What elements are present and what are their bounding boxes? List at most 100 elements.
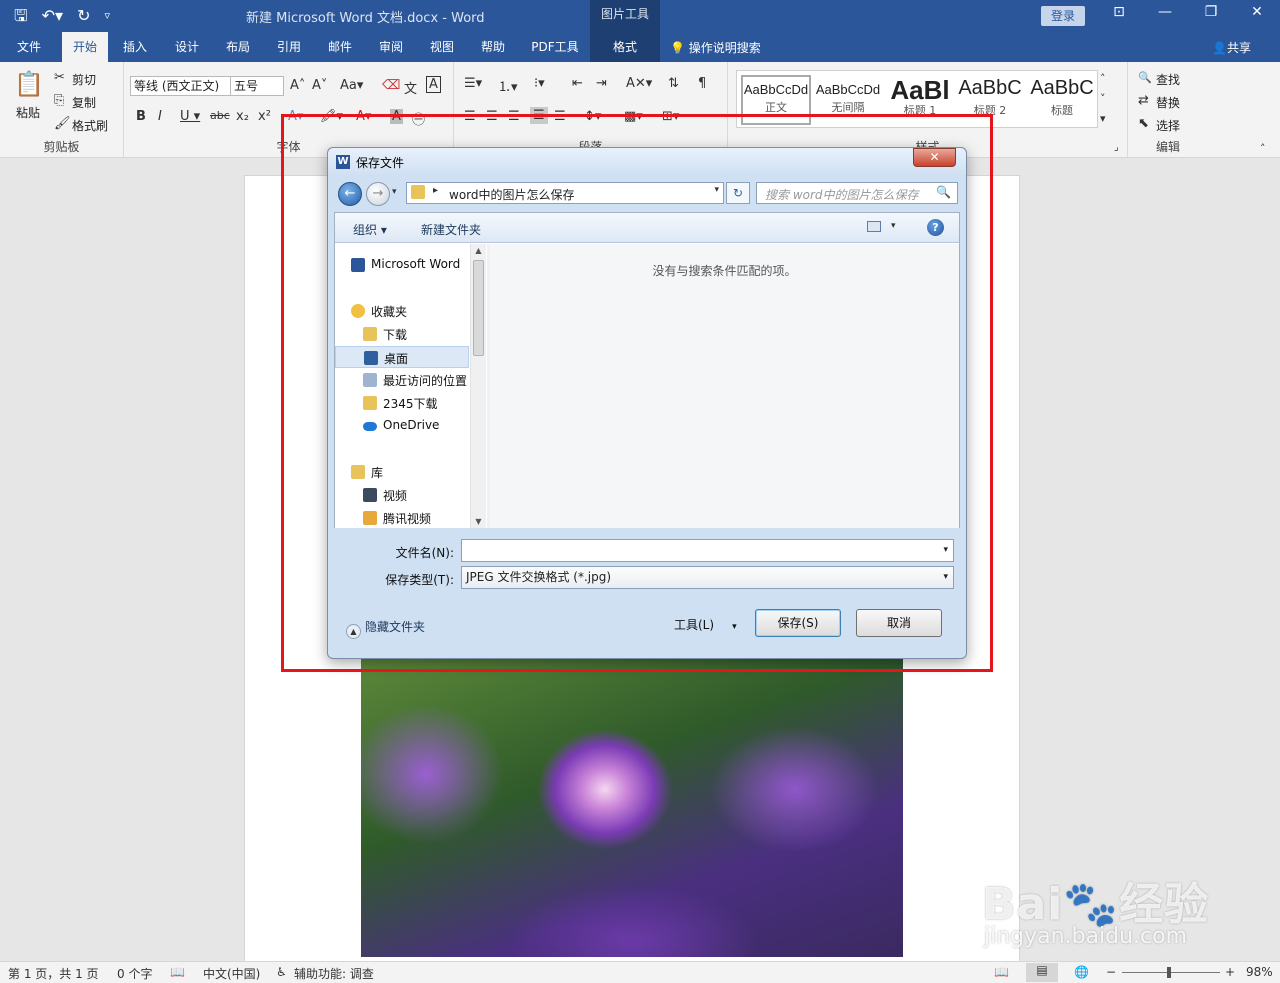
tab-insert[interactable]: 插入 [114,32,156,62]
save-icon[interactable]: 🖫 [14,6,28,26]
minimize-icon[interactable]: — [1152,4,1178,20]
zoom-slider[interactable] [1122,972,1220,973]
subscript-icon[interactable]: x₂ [236,109,249,124]
restore-icon[interactable]: ❐ [1198,4,1224,20]
style-heading-2[interactable]: AaBbC 标题 2 [955,75,1025,125]
gallery-more-icon[interactable]: ▾ [1100,112,1106,125]
redo-icon[interactable]: ↻ [77,6,90,26]
line-spacing-icon[interactable]: ↕▾ [584,109,601,124]
decrease-indent-icon[interactable]: ⇤ [572,76,583,91]
breadcrumb-separator-icon[interactable]: ▸ [433,185,438,196]
language-indicator[interactable]: 中文(中国) [203,965,260,982]
nav-item-onedrive[interactable]: OneDrive [335,415,469,437]
zoom-out-icon[interactable]: − [1106,965,1116,979]
login-button[interactable]: 登录 [1041,6,1085,26]
find-button[interactable]: 查找 [1156,71,1180,88]
forward-arrow-icon[interactable]: → [366,182,390,206]
distributed-icon[interactable]: ☰ [554,109,566,124]
increase-indent-icon[interactable]: ⇥ [596,76,607,91]
styles-dialog-launcher-icon[interactable]: ⌟ [1114,142,1119,153]
highlight-icon[interactable]: 🖍▾ [320,109,343,124]
bold-icon[interactable]: B [136,109,146,124]
format-painter-button[interactable]: 格式刷 [72,117,108,134]
phonetic-guide-icon[interactable]: 文 [404,78,417,97]
cancel-button[interactable]: 取消 [856,609,942,637]
nav-item-downloads[interactable]: 下载 [335,323,469,345]
word-count[interactable]: 0 个字 [117,965,152,982]
page-count[interactable]: 第 1 页，共 1 页 [8,965,99,982]
character-border-icon[interactable]: A [426,76,441,93]
tab-layout[interactable]: 布局 [217,32,259,62]
accessibility-status[interactable]: 辅助功能: 调查 [294,965,374,982]
address-bar[interactable]: ▸ word中的图片怎么保存 ▾ [406,182,724,204]
filename-dropdown-icon[interactable]: ▾ [943,540,948,561]
tab-references[interactable]: 引用 [268,32,310,62]
style-no-spacing[interactable]: AaBbCcDd 无间隔 [813,75,883,125]
style-normal[interactable]: AaBbCcDd 正文 [741,75,811,125]
file-list-pane[interactable]: 没有与搜索条件匹配的项。 [490,244,959,528]
show-marks-icon[interactable]: ¶ [698,76,706,91]
select-button[interactable]: 选择 [1156,117,1180,134]
change-view-icon[interactable] [867,221,881,232]
tools-button[interactable]: 工具(L) ▾ [674,616,737,633]
borders-icon[interactable]: ⊞▾ [662,109,679,124]
align-left-icon[interactable]: ☰ [464,109,476,124]
hide-folders-button[interactable]: ▲ 隐藏文件夹 [346,618,425,639]
nav-item-tencent-video[interactable]: 腾讯视频 [335,507,469,529]
zoom-in-icon[interactable]: + [1225,965,1235,979]
copy-button[interactable]: 复制 [72,94,96,111]
font-name-combo[interactable]: 等线 (西文正文) [130,76,234,96]
ribbon-display-options-icon[interactable]: ⊡ [1106,4,1132,20]
tab-home[interactable]: 开始 [62,32,108,62]
nav-item-2345-downloads[interactable]: 2345下载 [335,392,469,414]
cut-button[interactable]: 剪切 [72,71,96,88]
search-input[interactable]: 搜索 word中的图片怎么保存 🔍 [756,182,958,204]
shrink-font-icon[interactable]: A˅ [312,78,327,93]
close-icon[interactable]: ✕ [1244,4,1270,20]
multilevel-list-icon[interactable]: ⁝▾ [534,76,545,91]
tab-help[interactable]: 帮助 [472,32,514,62]
flower-picture[interactable] [361,652,903,957]
scroll-thumb[interactable] [473,260,484,356]
collapse-ribbon-icon[interactable]: ˄ [1260,142,1266,155]
chinese-layout-icon[interactable]: A✕▾ [626,76,652,91]
dialog-close-icon[interactable]: ✕ [913,148,956,167]
address-dropdown-icon[interactable]: ▾ [714,185,719,195]
filetype-select[interactable]: JPEG 文件交换格式 (*.jpg) ▾ [461,566,954,589]
italic-icon[interactable]: I [158,109,162,124]
text-effects-icon[interactable]: A▾ [288,109,303,124]
tab-pdf-tools[interactable]: PDF工具 [524,32,586,62]
gallery-scroll-down-icon[interactable]: ˅ [1100,92,1106,105]
customize-qat-icon[interactable]: ▿ [104,6,110,26]
tab-format[interactable]: 格式 [590,32,660,62]
paste-icon[interactable]: 📋 [14,70,44,98]
organize-button[interactable]: 组织 ▾ [353,221,387,238]
recent-locations-dropdown-icon[interactable]: ▾ [392,187,397,197]
strikethrough-icon[interactable]: abc [210,109,230,122]
proofing-icon[interactable]: 📖 [170,965,185,979]
center-icon[interactable]: ☰ [486,109,498,124]
bullets-icon[interactable]: ☰▾ [464,76,482,91]
print-layout-icon[interactable]: ▤ [1026,963,1058,982]
zoom-level[interactable]: 98% [1246,965,1273,979]
nav-item-recent-places[interactable]: 最近访问的位置 [335,369,469,391]
new-folder-button[interactable]: 新建文件夹 [421,221,481,238]
scroll-up-icon[interactable]: ▲ [471,246,486,255]
undo-icon[interactable]: ↶▾ [42,6,63,26]
paste-button[interactable]: 粘贴 [16,104,40,121]
tell-me-search[interactable]: 💡 操作说明搜索 [670,39,761,56]
paragraph-shading-icon[interactable]: ▩▾ [624,109,643,124]
style-title[interactable]: AaBbC 标题 [1027,75,1097,125]
nav-item-microsoft-word[interactable]: Microsoft Word [335,254,469,276]
zoom-slider-thumb[interactable] [1167,967,1171,978]
help-icon[interactable]: ? [927,219,944,236]
breadcrumb-folder[interactable]: word中的图片怎么保存 [449,186,575,203]
replace-button[interactable]: 替换 [1156,94,1180,111]
font-color-icon[interactable]: A▾ [356,109,371,124]
read-mode-icon[interactable]: 📖 [994,965,1009,979]
view-options-dropdown-icon[interactable]: ▾ [891,221,896,231]
tab-view[interactable]: 视图 [421,32,463,62]
grow-font-icon[interactable]: A˄ [290,78,305,93]
nav-item-libraries[interactable]: 库 [335,461,469,483]
clear-formatting-icon[interactable]: ⌫ [382,78,400,93]
